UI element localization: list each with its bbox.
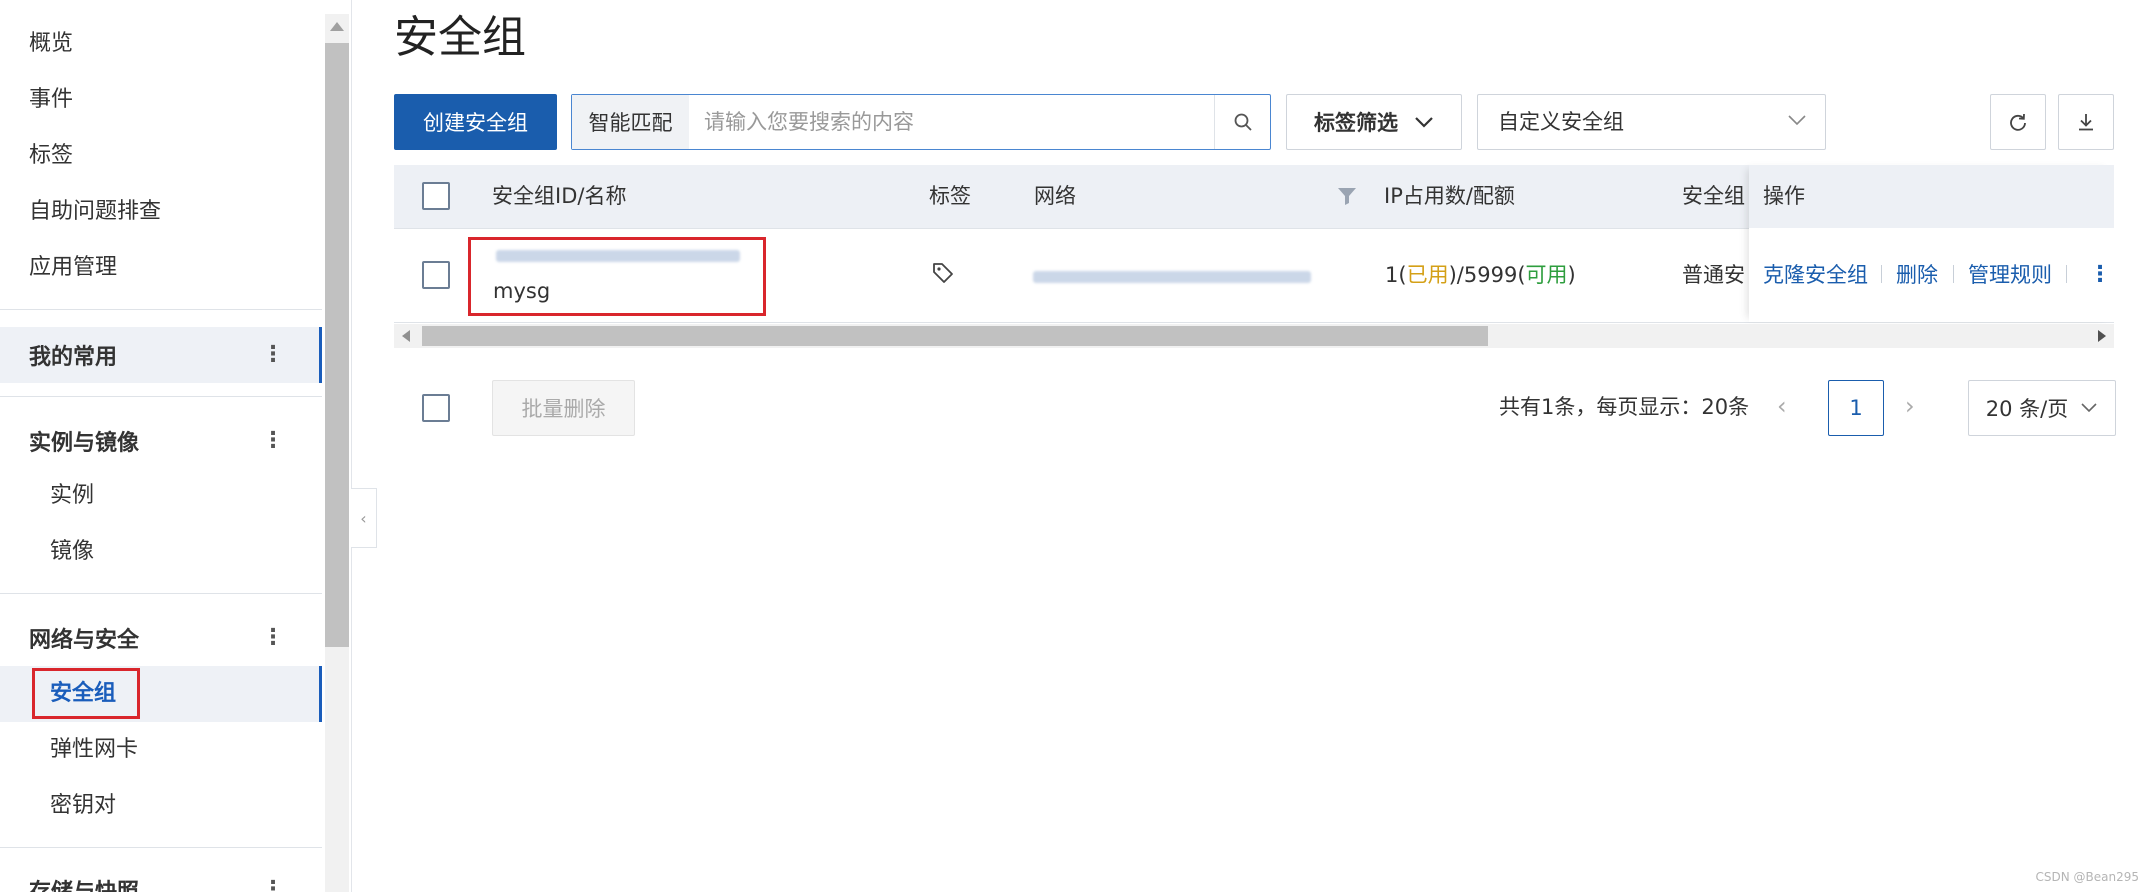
- sidebar-item-keypairs[interactable]: 密钥对: [50, 791, 116, 821]
- column-header-id-name: 安全组ID/名称: [492, 184, 627, 208]
- more-options-icon[interactable]: ⋮: [262, 627, 284, 649]
- sidebar-divider: [0, 396, 322, 397]
- column-header-security-group-type: 安全组: [1682, 184, 1745, 208]
- collapse-sidebar-button[interactable]: ‹: [351, 488, 377, 548]
- more-options-icon[interactable]: ⋮: [262, 879, 284, 892]
- sidebar-item-troubleshoot[interactable]: 自助问题排查: [29, 197, 161, 227]
- sidebar-group-favorites[interactable]: 我的常用 ⋮: [0, 327, 322, 383]
- row-divider: [394, 322, 2114, 323]
- tag-filter-button[interactable]: 标签筛选: [1286, 94, 1462, 150]
- column-header-ip-quota: IP占用数/配额: [1384, 184, 1515, 208]
- page-number[interactable]: 1: [1828, 380, 1884, 436]
- sidebar-scrollbar-thumb[interactable]: [325, 43, 349, 647]
- download-button[interactable]: [2058, 94, 2114, 150]
- page-size-select[interactable]: 20 条/页: [1968, 380, 2116, 436]
- scroll-up-arrow-icon[interactable]: [330, 22, 344, 31]
- sidebar-item-eni[interactable]: 弹性网卡: [50, 735, 138, 765]
- search-mode-label[interactable]: 智能匹配: [572, 95, 689, 149]
- ip-used-label: 已用: [1406, 263, 1449, 287]
- chevron-left-icon: ‹: [360, 508, 367, 528]
- sidebar-group-label: 实例与镜像: [29, 431, 140, 456]
- sidebar-item-events[interactable]: 事件: [29, 85, 73, 115]
- more-actions-icon[interactable]: ⋮: [2089, 262, 2111, 288]
- chevron-down-icon: [2081, 403, 2097, 413]
- chevron-down-icon: [1415, 117, 1433, 128]
- sidebar-item-instances[interactable]: 实例: [50, 481, 94, 511]
- security-group-type: 普通安: [1682, 263, 1745, 287]
- sidebar-group-label: 存储与快照: [29, 874, 139, 892]
- footer-select-all-checkbox[interactable]: [422, 394, 450, 422]
- highlight-box: [468, 237, 766, 316]
- column-header-actions: 操作: [1763, 184, 1805, 208]
- sidebar-group-label: 我的常用: [29, 345, 118, 370]
- sidebar-item-overview[interactable]: 概览: [29, 29, 73, 59]
- table-scrollbar-thumb[interactable]: [422, 326, 1488, 346]
- row-checkbox[interactable]: [422, 261, 450, 289]
- column-header-network: 网络: [1034, 184, 1076, 208]
- next-page-icon[interactable]: ›: [1905, 388, 1915, 424]
- more-options-icon[interactable]: ⋮: [262, 344, 284, 366]
- action-separator: [1953, 265, 1954, 283]
- pagination-info: 共有1条，每页显示：20条: [1499, 395, 1750, 419]
- tag-filter-label: 标签筛选: [1314, 111, 1398, 135]
- delete-link[interactable]: 删除: [1896, 260, 1938, 290]
- page-size-label: 20 条/页: [1985, 397, 2069, 421]
- chevron-down-icon: [1788, 115, 1806, 126]
- network-vpc-id[interactable]: [1033, 271, 1311, 283]
- custom-security-group-select[interactable]: 自定义安全组: [1477, 94, 1826, 150]
- search-box[interactable]: 智能匹配 请输入您要搜索的内容: [571, 94, 1271, 150]
- download-icon: [2079, 114, 2093, 131]
- select-all-checkbox[interactable]: [422, 182, 450, 210]
- sidebar-item-tags[interactable]: 标签: [29, 141, 73, 171]
- refresh-icon: [2010, 113, 2026, 131]
- page-title: 安全组: [394, 12, 526, 63]
- action-separator: [2066, 265, 2067, 283]
- clone-security-group-link[interactable]: 克隆安全组: [1763, 260, 1868, 290]
- ip-usage: 1(已用)/5999(可用): [1385, 263, 1576, 287]
- search-icon: [1234, 113, 1252, 131]
- ip-available-label: 可用: [1525, 263, 1568, 287]
- filter-icon[interactable]: [1337, 186, 1357, 206]
- column-header-tags: 标签: [929, 184, 971, 208]
- sidebar-divider: [0, 593, 322, 594]
- sidebar-item-app-management[interactable]: 应用管理: [29, 253, 117, 283]
- sidebar-border: [351, 0, 352, 892]
- sidebar-group-storage-snapshots[interactable]: 存储与快照 ⋮: [0, 862, 322, 892]
- manage-rules-link[interactable]: 管理规则: [1968, 260, 2052, 290]
- sidebar-item-images[interactable]: 镜像: [50, 537, 94, 567]
- sidebar-group-network-security[interactable]: 网络与安全 ⋮: [0, 610, 322, 666]
- sidebar-divider: [0, 847, 322, 848]
- sidebar: 概览 事件 标签 自助问题排查 应用管理 我的常用 ⋮ 实例与镜像 ⋮ 实例 镜…: [0, 0, 325, 892]
- highlight-box: [32, 668, 140, 719]
- watermark: CSDN @Bean295: [2035, 870, 2139, 884]
- search-button[interactable]: [1214, 95, 1270, 149]
- sidebar-group-label: 网络与安全: [29, 628, 140, 653]
- select-value: 自定义安全组: [1498, 110, 1624, 134]
- action-separator: [1881, 265, 1882, 283]
- refresh-button[interactable]: [1990, 94, 2046, 150]
- batch-delete-button[interactable]: 批量删除: [492, 380, 635, 436]
- more-options-icon[interactable]: ⋮: [262, 430, 284, 452]
- ip-used-count: 1: [1385, 263, 1399, 287]
- ip-quota-count: 5999: [1463, 263, 1518, 287]
- scroll-right-arrow-icon[interactable]: [2098, 330, 2106, 342]
- sidebar-divider: [0, 309, 322, 310]
- create-security-group-button[interactable]: 创建安全组: [394, 94, 557, 150]
- prev-page-icon[interactable]: ‹: [1777, 388, 1787, 424]
- search-input[interactable]: 请输入您要搜索的内容: [704, 95, 914, 149]
- tag-icon[interactable]: [931, 261, 955, 285]
- scroll-left-arrow-icon[interactable]: [402, 330, 410, 342]
- sidebar-group-instances-images[interactable]: 实例与镜像 ⋮: [0, 413, 322, 469]
